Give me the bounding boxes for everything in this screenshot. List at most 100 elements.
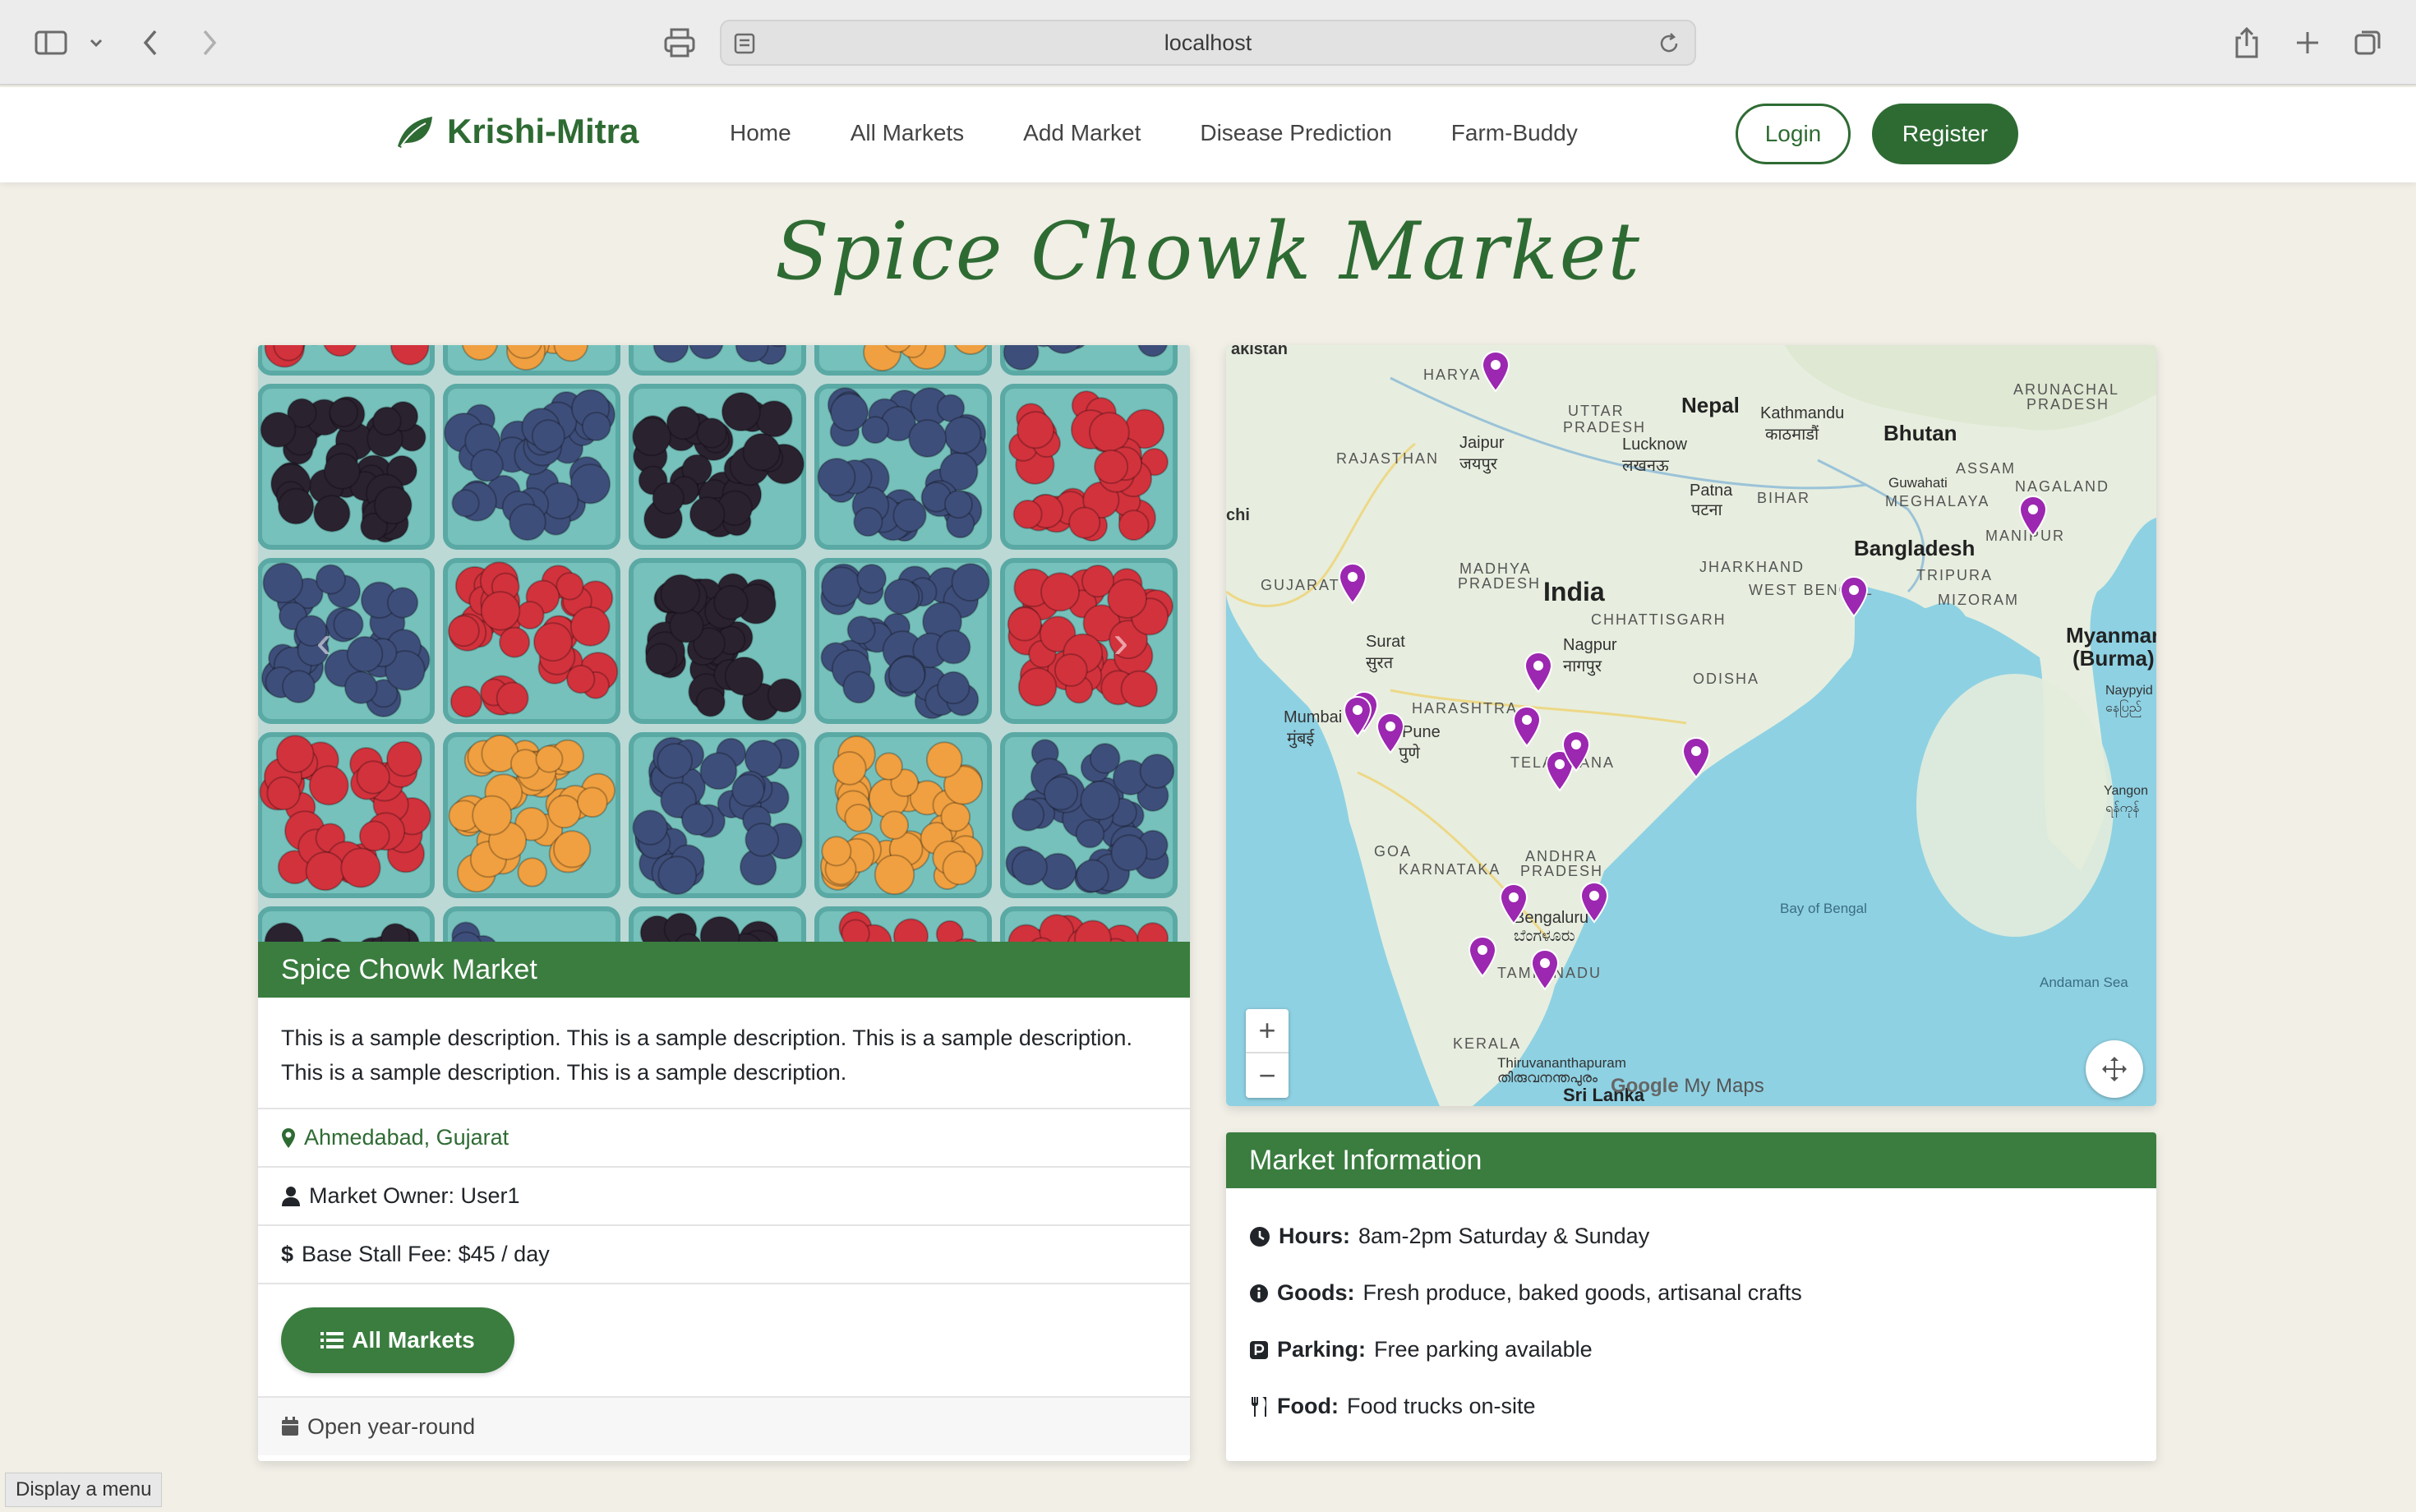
user-icon (282, 1186, 300, 1206)
map-label-lucknow: Lucknow (1622, 436, 1687, 454)
browser-toolbar: localhost (0, 0, 2416, 85)
map-marker-icon[interactable] (1481, 350, 1510, 397)
map-label-surat-local: सुरत (1366, 654, 1394, 672)
chevron-down-icon[interactable] (82, 20, 110, 66)
map-marker-icon[interactable] (1530, 948, 1560, 995)
info-value-parking: Free parking available (1374, 1337, 1593, 1362)
tab-overview-icon[interactable] (2350, 20, 2386, 66)
map-label-nagpur: Nagpur (1563, 636, 1617, 654)
share-icon[interactable] (2229, 20, 2265, 66)
map-label-jaipur-local: जयपुर (1459, 455, 1497, 473)
list-icon (320, 1332, 344, 1348)
zoom-in-button[interactable]: + (1246, 1009, 1289, 1053)
new-tab-icon[interactable] (2289, 20, 2326, 66)
map-marker-icon[interactable] (1579, 881, 1609, 928)
map-label-mumbai: Mumbai (1284, 708, 1343, 726)
market-card-footer: Open year-round (258, 1398, 1190, 1455)
forward-icon[interactable] (191, 20, 227, 66)
market-fee-text: Base Stall Fee: $45 / day (302, 1242, 550, 1266)
map-marker-icon[interactable] (1468, 935, 1497, 982)
map-label-rajasthan: RAJASTHAN (1336, 450, 1440, 467)
map-marker-icon[interactable] (1681, 736, 1711, 783)
nav-links: Home All Markets Add Market Disease Pred… (730, 120, 1578, 146)
map-label-lucknow-local: लखनऊ (1622, 457, 1669, 475)
markets-map[interactable]: akistan HARYA UTTAR PRADESH Nepal Kathma… (1226, 345, 2156, 1106)
map-label-andaman-sea: Andaman Sea (2040, 975, 2128, 990)
map-label-nagaland: NAGALAND (2015, 478, 2110, 495)
print-icon[interactable] (659, 20, 700, 66)
map-marker-icon[interactable] (1499, 883, 1528, 929)
info-label-hours: Hours: (1279, 1224, 1350, 1248)
all-markets-button[interactable]: All Markets (281, 1307, 514, 1373)
info-icon (1250, 1284, 1268, 1302)
page-title: Spice Chowk Market (775, 205, 1641, 297)
carousel-prev-icon[interactable]: ‹ (307, 615, 340, 667)
map-marker-icon[interactable] (1343, 695, 1372, 742)
info-row-hours: Hours: 8am-2pm Saturday & Sunday (1249, 1208, 2133, 1265)
map-marker-icon[interactable] (1338, 562, 1367, 609)
url-text: localhost (1164, 30, 1252, 55)
map-marker-icon[interactable] (2018, 495, 2048, 542)
site-settings-icon[interactable] (733, 31, 758, 62)
fullscreen-button[interactable] (2086, 1040, 2143, 1098)
map-label-mumbai-local: मुंबई (1287, 730, 1315, 748)
info-value-goods: Fresh produce, baked goods, artisanal cr… (1362, 1280, 1802, 1305)
map-label-jharkhand: JHARKHAND (1699, 559, 1805, 575)
market-info-body: Hours: 8am-2pm Saturday & Sunday Goods: … (1226, 1188, 2156, 1454)
info-row-food: Food: Food trucks on-site (1249, 1378, 2133, 1435)
login-button[interactable]: Login (1736, 104, 1851, 164)
info-value-food: Food trucks on-site (1346, 1394, 1536, 1418)
utensils-icon (1252, 1396, 1266, 1417)
info-label-food: Food: (1277, 1394, 1339, 1418)
map-label-nepal: Nepal (1681, 393, 1740, 417)
market-location-text: Ahmedabad, Gujarat (304, 1125, 509, 1150)
map-pin-icon (282, 1127, 295, 1148)
map-label-patna-local: पटना (1691, 501, 1722, 519)
carousel-next-icon[interactable]: › (1104, 615, 1137, 667)
map-marker-icon[interactable] (1561, 730, 1591, 777)
map-label-assam: ASSAM (1956, 460, 2017, 477)
nav-all-markets[interactable]: All Markets (851, 120, 964, 146)
info-row-parking: Parking: Free parking available (1249, 1321, 2133, 1378)
reload-icon[interactable] (1657, 31, 1681, 62)
map-marker-icon[interactable] (1524, 651, 1553, 698)
sidebar-toggle-icon[interactable] (30, 20, 72, 66)
map-label-bangladesh: Bangladesh (1854, 536, 1976, 560)
calendar-icon (282, 1417, 298, 1436)
address-bar[interactable]: localhost (720, 20, 1696, 66)
map-label-kathmandu: Kathmandu (1760, 404, 1845, 422)
my-maps-label: My Maps (1684, 1075, 1764, 1097)
map-label-bengaluru-local: ಬೆಂಗಳೂರು (1514, 927, 1575, 945)
nav-farm-buddy[interactable]: Farm-Buddy (1451, 120, 1578, 146)
register-button[interactable]: Register (1872, 104, 2018, 164)
footer-text: Open year-round (307, 1413, 476, 1439)
dollar-icon: $ (281, 1242, 294, 1266)
button-area: All Markets (258, 1284, 1190, 1398)
map-label-thiruvananthapuram-local: തിരുവനന്തപുരം (1497, 1070, 1598, 1086)
nav-disease-prediction[interactable]: Disease Prediction (1200, 120, 1391, 146)
back-icon[interactable] (133, 20, 169, 66)
nav-home[interactable]: Home (730, 120, 791, 146)
map-marker-icon[interactable] (1839, 575, 1869, 622)
brand-logo[interactable]: Krishi-Mitra (394, 112, 639, 151)
info-value-hours: 8am-2pm Saturday & Sunday (1358, 1224, 1650, 1248)
market-info-title: Market Information (1226, 1132, 2156, 1188)
map-label-haryana: HARYA (1423, 366, 1482, 383)
google-logo: Google (1611, 1075, 1679, 1097)
map-label-meghalaya: MEGHALAYA (1885, 493, 1990, 509)
map-marker-icon[interactable] (1376, 712, 1405, 758)
zoom-out-button[interactable]: − (1246, 1053, 1289, 1098)
map-label-bay-of-bengal: Bay of Bengal (1780, 901, 1867, 916)
market-owner: Market Owner: User1 (258, 1168, 1190, 1226)
market-image-carousel[interactable]: ‹ › (258, 345, 1190, 942)
map-label-arunachal-2: PRADESH (2026, 396, 2110, 413)
map-marker-icon[interactable] (1512, 705, 1542, 752)
map-label-yangon: Yangon (2104, 784, 2148, 798)
market-owner-text: Market Owner: User1 (309, 1183, 520, 1208)
map-label-bihar: BIHAR (1757, 490, 1811, 506)
nav-add-market[interactable]: Add Market (1023, 120, 1141, 146)
berries-image (258, 345, 1190, 942)
market-card: ‹ › Spice Chowk Market This is a sample … (258, 345, 1190, 1461)
map-label-surat: Surat (1366, 633, 1405, 651)
market-card-title: Spice Chowk Market (258, 942, 1190, 998)
